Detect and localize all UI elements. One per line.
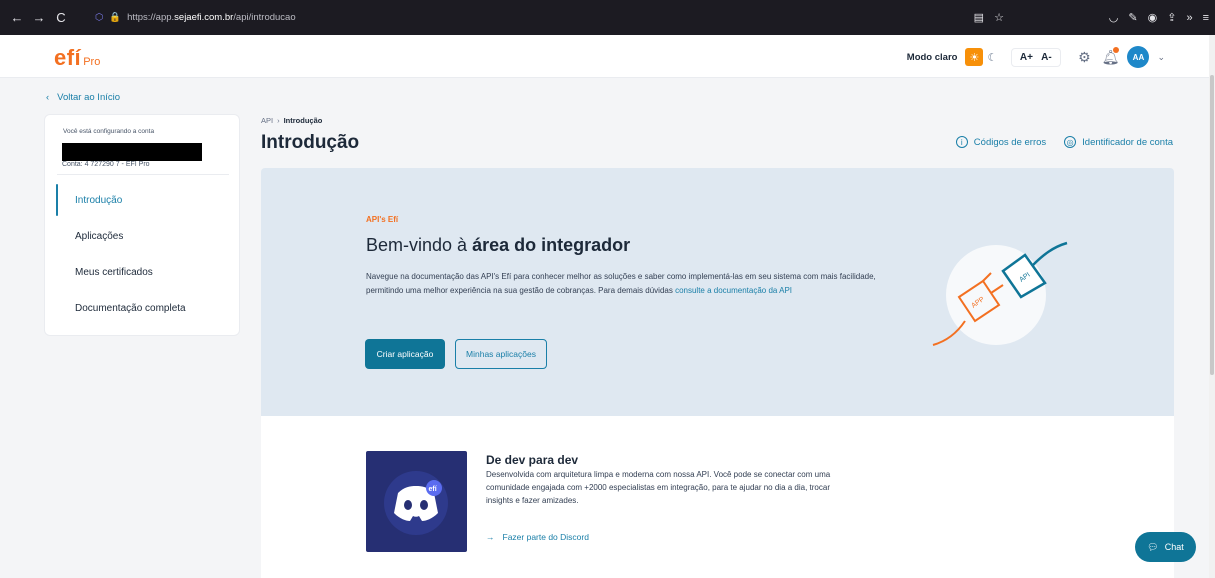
error-codes-label: Códigos de erros <box>973 136 1047 148</box>
account-label: Você está configurando a conta <box>63 128 155 135</box>
chat-label: Chat <box>1164 542 1184 552</box>
sidebar-item-documentacao[interactable]: Documentação completa <box>75 303 186 314</box>
top-links: i Códigos de erros ◎ Identificador de co… <box>955 136 1173 148</box>
arrow-right-icon: → <box>486 532 495 542</box>
info-icon: i <box>955 136 968 148</box>
overflow-icon[interactable]: » <box>1186 12 1192 24</box>
browser-toolbar: ← → C ⬡ 🔒 https://app. sejaefi.com.br/api… <box>0 0 1215 35</box>
address-bar[interactable]: ⬡ 🔒 https://app. sejaefi.com.br/api/intro… <box>95 7 975 28</box>
chat-bubble-icon: 💬︎ <box>1147 541 1159 552</box>
discord-section: efí De dev para dev Desenvolvida com arq… <box>261 416 1174 578</box>
api-docs-link[interactable]: consulte a documentação da API <box>675 286 792 295</box>
chat-button[interactable]: 💬︎ Chat <box>1135 532 1196 562</box>
tools-icon[interactable]: ✎ <box>1128 11 1137 24</box>
share-icon[interactable]: ⇪ <box>1167 11 1176 24</box>
url-host: sejaefi.com.br <box>174 12 234 23</box>
back-to-home-link[interactable]: ‹ Voltar ao Início <box>46 92 120 103</box>
shield-icon: ⬡ <box>95 12 104 23</box>
browser-actions: ▤ ☆ ◡ ✎ ◉ ⇪ » ≡ <box>974 0 1209 35</box>
my-applications-button[interactable]: Minhas aplicações <box>455 339 547 369</box>
create-application-button[interactable]: Criar aplicação <box>365 339 445 369</box>
discord-image: efí <box>366 451 467 552</box>
avatar[interactable]: AA <box>1127 46 1150 68</box>
moon-icon[interactable]: ☾ <box>987 51 999 64</box>
discord-description: Desenvolvida com arquitetura limpa e mod… <box>486 470 831 505</box>
shield-id-icon: ◎ <box>1064 136 1077 148</box>
font-decrease-button[interactable]: A- <box>1038 52 1054 63</box>
sun-icon[interactable]: ☀ <box>965 48 984 66</box>
hero-description-text: Navegue na documentação das API's Efí pa… <box>366 272 876 295</box>
gear-icon[interactable]: ⚙ <box>1075 49 1093 66</box>
account-id-link[interactable]: ◎ Identificador de conta <box>1064 136 1173 148</box>
sidebar: Você está configurando a conta Conta: 4 … <box>44 114 240 336</box>
efi-logo[interactable]: efí Pro <box>54 45 100 71</box>
lock-icon: 🔒 <box>109 12 122 23</box>
app-header: efí Pro Modo claro ☀ ☾ A+ A- ⚙ 🔔︎ AA ⌄ <box>0 35 1215 78</box>
chevron-down-icon[interactable]: ⌄ <box>1157 52 1165 63</box>
font-increase-button[interactable]: A+ <box>1018 52 1034 63</box>
bookmark-star-icon[interactable]: ☆ <box>994 11 1004 24</box>
back-link-label: Voltar ao Início <box>57 92 121 103</box>
hero-description: Navegue na documentação das API's Efí pa… <box>366 270 876 298</box>
hero-eyebrow: API's Efí <box>366 215 399 224</box>
sidebar-item-certificados[interactable]: Meus certificados <box>75 267 153 278</box>
sidebar-divider <box>57 174 229 175</box>
url-scheme: https://app. <box>127 12 175 23</box>
scroll-thumb[interactable] <box>1210 75 1214 375</box>
logo-main: efí <box>54 45 82 70</box>
forward-arrow-icon[interactable]: → <box>28 10 50 25</box>
page-title: Introdução <box>261 132 360 153</box>
discord-title: De dev para dev <box>486 453 579 467</box>
mode-label: Modo claro <box>906 51 958 63</box>
active-indicator <box>56 184 58 216</box>
reader-view-icon[interactable]: ▤ <box>974 11 984 24</box>
sidebar-item-introducao[interactable]: Introdução <box>75 195 122 206</box>
pocket-icon[interactable]: ◡ <box>1109 11 1119 24</box>
breadcrumb: API › Introdução <box>261 116 322 125</box>
account-id-label: Identificador de conta <box>1082 136 1173 148</box>
bell-icon[interactable]: 🔔︎ <box>1101 46 1120 66</box>
page-scrollbar[interactable] <box>1209 35 1215 578</box>
hero-banner: API's Efí Bem-vindo à área do integrador… <box>261 168 1174 416</box>
notification-dot <box>1113 46 1120 53</box>
plug-illustration: APP API <box>932 241 1068 346</box>
join-discord-label: Fazer parte do Discord <box>502 532 589 542</box>
logo-sub: Pro <box>83 56 101 68</box>
error-codes-link[interactable]: i Códigos de erros <box>955 136 1047 148</box>
header-actions: Modo claro ☀ ☾ A+ A- ⚙ 🔔︎ AA ⌄ <box>907 44 1165 70</box>
hero-title: Bem-vindo à área do integrador <box>366 235 630 256</box>
redacted-account-name <box>62 143 202 161</box>
discord-badge: efí <box>429 486 438 493</box>
theme-toggle[interactable]: ☀ ☾ <box>965 48 999 66</box>
hero-title-bold: área do integrador <box>472 235 631 255</box>
url-path: /api/introducao <box>233 12 296 23</box>
breadcrumb-root[interactable]: API <box>261 116 273 125</box>
menu-icon[interactable]: ≡ <box>1203 12 1209 24</box>
font-size-controls: A+ A- <box>1011 47 1062 67</box>
back-arrow-icon[interactable]: ← <box>6 10 28 25</box>
sidebar-item-aplicacoes[interactable]: Aplicações <box>75 231 123 242</box>
join-discord-link[interactable]: → Fazer parte do Discord <box>486 532 589 542</box>
discord-icon: efí <box>384 471 448 535</box>
breadcrumb-separator: › <box>277 116 280 125</box>
hero-title-prefix: Bem-vindo à <box>366 235 473 255</box>
chevron-left-icon: ‹ <box>46 92 50 103</box>
account-number: Conta: 4 727290 7 - EFI Pro <box>62 161 150 168</box>
breadcrumb-current: Introdução <box>283 116 323 125</box>
reload-icon[interactable]: C <box>50 10 72 25</box>
account-icon[interactable]: ◉ <box>1148 11 1158 24</box>
